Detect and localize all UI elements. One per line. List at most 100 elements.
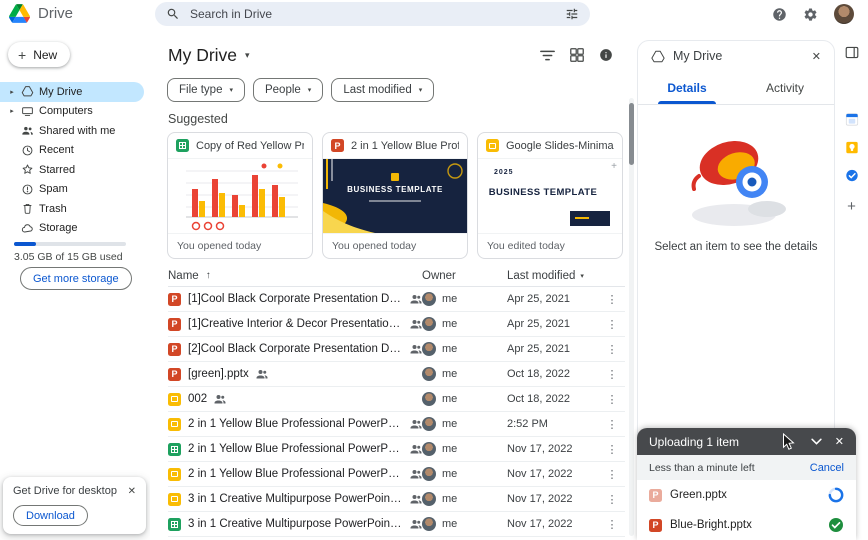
sidebar-item-trash[interactable]: Trash (0, 199, 144, 219)
expand-chevron-icon[interactable]: ▸ (8, 88, 16, 96)
storage-progress-bar (14, 242, 126, 246)
last-modified: Oct 18, 2022 (507, 393, 570, 405)
people-filter-chip[interactable]: People ▾ (252, 78, 324, 102)
more-actions-button[interactable]: ⋮ (599, 393, 625, 406)
side-panel-toggle-icon[interactable] (845, 46, 858, 59)
search-icon (167, 8, 178, 19)
owner-name: me (442, 368, 458, 380)
table-row[interactable]: [green].pptx me Oct 18, 2022 ⋮ (168, 362, 625, 387)
file-type-filter-chip[interactable]: File type ▾ (167, 78, 245, 102)
table-row[interactable]: 002 me Oct 18, 2022 ⋮ (168, 387, 625, 412)
drive-desktop-promo: Get Drive for desktop ✕ Download (3, 477, 146, 534)
table-row[interactable]: [1]Cool Black Corporate Presentation Des… (168, 287, 625, 312)
promo-close-icon[interactable]: ✕ (128, 486, 136, 497)
table-row[interactable]: 3 in 1 Creative Multipurpose PowerPoint … (168, 512, 625, 537)
upload-item[interactable]: Blue-Bright.pptx (637, 510, 856, 540)
shared-people-icon (410, 295, 422, 304)
cancel-upload-button[interactable]: Cancel (810, 462, 844, 474)
close-icon[interactable]: ✕ (835, 435, 844, 448)
more-actions-button[interactable]: ⋮ (599, 443, 625, 456)
new-button[interactable]: + New (8, 42, 71, 67)
table-row[interactable]: 2 in 1 Yellow Blue Professional PowerPoi… (168, 462, 625, 487)
minimize-chevron-icon[interactable] (811, 438, 822, 445)
table-row[interactable]: [2]Cool Black Corporate Presentation Des… (168, 337, 625, 362)
more-actions-button[interactable]: ⋮ (599, 343, 625, 356)
slides-file-icon (486, 139, 499, 152)
advanced-search-icon[interactable] (565, 7, 579, 21)
download-button[interactable]: Download (13, 505, 88, 526)
shared-people-icon (410, 345, 422, 354)
calendar-icon[interactable] (845, 113, 858, 126)
suggested-card-title: Copy of Red Yellow Proj... (196, 139, 304, 152)
grid-view-icon[interactable] (570, 48, 584, 62)
table-row[interactable]: 2 in 1 Yellow Blue Professional PowerPoi… (168, 412, 625, 437)
top-bar-actions (772, 0, 854, 28)
suggested-card[interactable]: Copy of Red Yellow Proj... (167, 132, 313, 259)
more-actions-button[interactable]: ⋮ (599, 468, 625, 481)
column-header-last-modified[interactable]: Last modified (507, 270, 575, 282)
sidebar-item-spam[interactable]: Spam (0, 180, 144, 200)
search-input[interactable]: Search in Drive (190, 7, 555, 21)
more-actions-button[interactable]: ⋮ (599, 318, 625, 331)
sidebar-item-my-drive[interactable]: ▸ My Drive (0, 82, 144, 102)
suggested-card[interactable]: Google Slides-Minimali... 2025 BUSINESS … (477, 132, 623, 259)
tab-activity[interactable]: Activity (736, 71, 834, 104)
recent-clock-icon (22, 145, 33, 156)
file-list: [1]Cool Black Corporate Presentation Des… (168, 287, 625, 537)
help-icon[interactable] (772, 7, 787, 22)
new-button-label: New (33, 47, 58, 62)
my-drive-outline-icon (651, 50, 665, 62)
more-actions-button[interactable]: ⋮ (599, 293, 625, 306)
sidebar-item-storage[interactable]: Storage (0, 219, 144, 239)
keep-icon[interactable] (845, 141, 858, 154)
file-thumbnail (168, 158, 312, 234)
sidebar-item-shared-with-me[interactable]: Shared with me (0, 121, 144, 141)
drive-home-link[interactable]: Drive (9, 4, 73, 23)
sidebar-item-starred[interactable]: Starred (0, 160, 144, 180)
sidebar: + New ▸ My Drive ▸ Computers Shared with… (0, 28, 150, 540)
upload-panel-title: Uploading 1 item (649, 434, 740, 449)
filter-funnel-icon[interactable] (540, 49, 555, 62)
upload-panel: Uploading 1 item ✕ Less than a minute le… (637, 428, 856, 540)
last-modified-filter-chip[interactable]: Last modified ▾ (331, 78, 435, 102)
page-title-dropdown[interactable]: My Drive ▾ (168, 45, 250, 66)
close-icon[interactable]: ✕ (812, 50, 821, 63)
search-bar[interactable]: Search in Drive (155, 2, 590, 26)
account-avatar[interactable] (834, 4, 854, 24)
sort-ascending-icon[interactable]: ↑ (206, 270, 211, 281)
owner-name: me (442, 493, 458, 505)
tab-details[interactable]: Details (638, 71, 736, 104)
table-row[interactable]: 2 in 1 Yellow Blue Professional PowerPoi… (168, 437, 625, 462)
owner-name: me (442, 418, 458, 430)
more-actions-button[interactable]: ⋮ (599, 418, 625, 431)
suggested-card-footer: You edited today (487, 240, 565, 252)
tasks-icon[interactable] (845, 169, 858, 182)
expand-chevron-icon[interactable]: ▸ (8, 107, 16, 115)
table-row[interactable]: [1]Creative Interior & Decor Presentatio… (168, 312, 625, 337)
column-header-name[interactable]: Name (168, 270, 199, 282)
owner-name: me (442, 518, 458, 530)
table-row[interactable]: 3 in 1 Creative Multipurpose PowerPoint … (168, 487, 625, 512)
sidebar-item-computers[interactable]: ▸ Computers (0, 102, 144, 122)
get-more-storage-button[interactable]: Get more storage (20, 267, 132, 290)
scrollbar-thumb[interactable] (629, 103, 634, 165)
details-info-icon[interactable] (599, 48, 613, 62)
upload-item[interactable]: Green.pptx (637, 480, 856, 510)
sheets-file-icon (176, 139, 189, 152)
app-name: Drive (38, 5, 74, 22)
mouse-cursor (783, 433, 795, 450)
column-header-owner[interactable]: Owner (422, 270, 507, 282)
details-panel-title: My Drive (673, 49, 723, 63)
owner-avatar (422, 467, 436, 481)
settings-gear-icon[interactable] (803, 7, 818, 22)
chevron-down-icon[interactable]: ▾ (580, 272, 584, 280)
suggested-card[interactable]: 2 in 1 Yellow Blue Profession... (322, 132, 468, 259)
more-actions-button[interactable]: ⋮ (599, 493, 625, 506)
get-addons-icon[interactable]: + (847, 198, 856, 215)
time-remaining: Less than a minute left (649, 461, 755, 474)
owner-avatar (422, 392, 436, 406)
shared-people-icon (410, 420, 422, 429)
more-actions-button[interactable]: ⋮ (599, 368, 625, 381)
sidebar-item-recent[interactable]: Recent (0, 141, 144, 161)
more-actions-button[interactable]: ⋮ (599, 518, 625, 531)
